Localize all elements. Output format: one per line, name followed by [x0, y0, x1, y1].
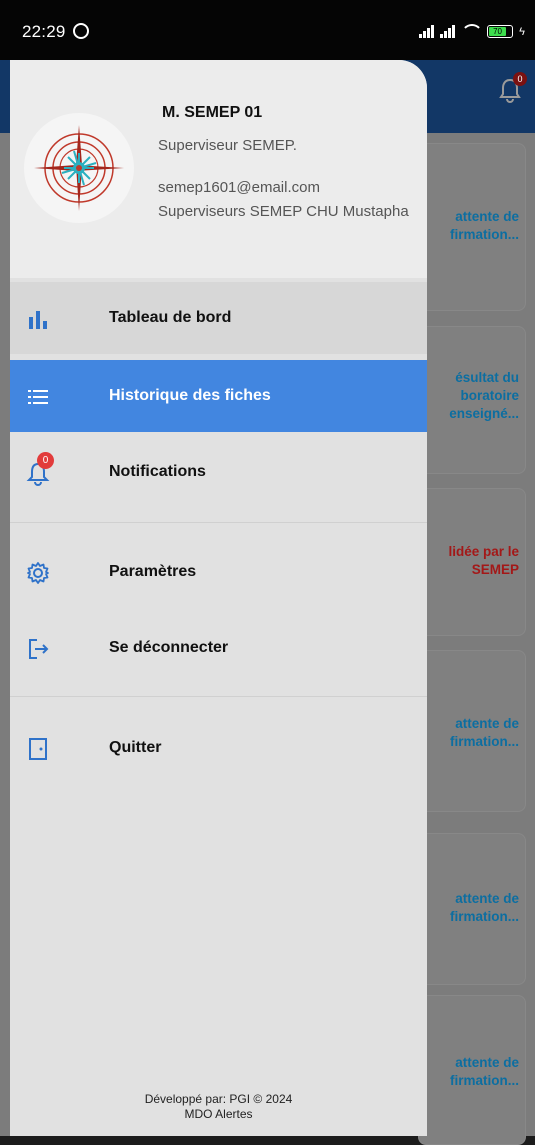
user-organization: Superviseurs SEMEP CHU Mustapha	[158, 203, 409, 220]
bell-icon-wrap: 0	[25, 452, 54, 486]
signal-icon	[419, 25, 435, 38]
menu-item-dashboard[interactable]: Tableau de bord	[10, 282, 427, 354]
menu-item-quit[interactable]: Quitter	[10, 712, 427, 784]
drawer-header: M. SEMEP 01 Superviseur SEMEP. semep1601…	[10, 60, 427, 278]
menu-item-label: Notifications	[109, 463, 206, 480]
record-card[interactable]: lidée par le SEMEP	[418, 488, 526, 636]
notification-badge: 0	[37, 452, 54, 469]
menu-divider	[10, 696, 427, 697]
user-email: semep1601@email.com	[158, 179, 320, 196]
record-card[interactable]: attente de firmation...	[418, 833, 526, 985]
menu-divider	[10, 522, 427, 523]
menu-item-settings[interactable]: Paramètres	[10, 536, 427, 608]
signal-icon	[440, 25, 456, 38]
status-icons: 70 ϟ	[419, 24, 525, 38]
clock-text: 22:29	[22, 22, 66, 41]
battery-level: 70	[489, 27, 506, 36]
avatar	[24, 113, 134, 223]
card-status: attente de firmation...	[449, 716, 519, 749]
card-status: attente de firmation...	[449, 1055, 519, 1088]
card-status: ésultat du boratoire enseigné...	[449, 370, 519, 421]
gear-icon	[27, 562, 49, 584]
list-icon	[28, 390, 48, 404]
record-card[interactable]: ésultat du boratoire enseigné...	[418, 326, 526, 474]
footer-app-name: MDO Alertes	[184, 1107, 253, 1121]
compass-logo-icon	[34, 125, 124, 211]
header-notification-badge: 0	[513, 72, 527, 86]
menu-item-label: Se déconnecter	[109, 639, 229, 656]
menu-item-logout[interactable]: Se déconnecter	[10, 612, 427, 684]
record-card[interactable]: attente de firmation...	[418, 650, 526, 812]
user-role: Superviseur SEMEP.	[158, 137, 297, 154]
menu-item-label: Tableau de bord	[109, 309, 232, 326]
menu-item-label: Quitter	[109, 739, 162, 756]
status-bar: 22:29 70 ϟ	[0, 0, 535, 60]
battery-icon: 70	[487, 25, 514, 38]
menu-item-notifications[interactable]: 0 Notifications	[10, 436, 427, 508]
record-card[interactable]: attente de firmation...	[418, 995, 526, 1145]
menu-item-label: Paramètres	[109, 563, 197, 580]
card-status: lidée par le SEMEP	[448, 544, 519, 577]
menu-item-label: Historique des fiches	[109, 387, 271, 404]
card-status: attente de firmation...	[449, 209, 519, 242]
wifi-icon	[461, 24, 484, 38]
status-time: 22:29	[22, 22, 90, 42]
header-bell-button[interactable]: 0	[499, 72, 527, 104]
footer-credit: Développé par: PGI © 2024	[144, 1092, 293, 1106]
logout-icon	[29, 639, 49, 659]
bar-chart-icon	[29, 311, 47, 329]
record-card[interactable]: attente de firmation...	[418, 143, 526, 311]
card-status: attente de firmation...	[449, 891, 519, 924]
exit-door-icon	[29, 738, 47, 760]
alarm-icon	[73, 23, 90, 39]
navigation-drawer: M. SEMEP 01 Superviseur SEMEP. semep1601…	[10, 60, 427, 1136]
drawer-footer: Développé par: PGI © 2024 MDO Alertes	[10, 1092, 427, 1122]
user-name: M. SEMEP 01	[162, 104, 263, 121]
charging-icon: ϟ	[519, 26, 525, 38]
menu-item-history[interactable]: Historique des fiches	[10, 360, 427, 432]
